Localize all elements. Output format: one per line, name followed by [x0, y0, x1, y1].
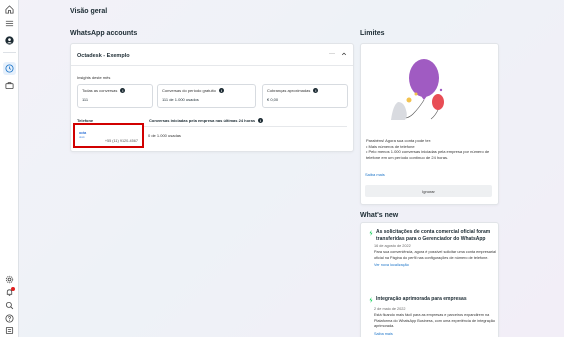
- column-header-conversations: Conversas iniciadas pela empresa nas últ…: [149, 118, 264, 123]
- stat-label: Cobranças aproximadas: [267, 88, 311, 93]
- settings-icon[interactable]: [3, 273, 16, 286]
- stat-value: 111 de 1.000 usados: [162, 97, 199, 102]
- card-divider: [71, 65, 353, 66]
- news-body: Para sua conveniência, agora é possível …: [374, 250, 496, 260]
- notification-badge: [11, 287, 15, 291]
- accounts-section-title: WhatsApp accounts: [70, 30, 138, 37]
- news-title: Integração aprimorada para empresas: [376, 296, 467, 302]
- news-item: As solicitações de conta comercial ofici…: [369, 229, 497, 267]
- news-item: Integração aprimorada para empresas 2 de…: [369, 296, 497, 336]
- news-card: As solicitações de conta comercial ofici…: [360, 222, 499, 337]
- phone-number: +55 (11) 9120-4567: [104, 139, 138, 143]
- account-name: Octadesk - Exemplo: [77, 53, 130, 59]
- briefcase-icon[interactable]: [3, 79, 16, 92]
- news-date: 16 de agosto de 2022: [374, 244, 411, 248]
- account-avatar-icon[interactable]: [3, 34, 16, 47]
- octadesk-logo: octa desk: [79, 131, 87, 139]
- more-horizontal-icon[interactable]: ···: [329, 51, 335, 59]
- learn-more-link[interactable]: Saiba mais: [365, 172, 385, 177]
- ignore-button[interactable]: Ignorar: [365, 185, 492, 197]
- conversation-usage: 0 de 1.000 usadas: [148, 133, 181, 138]
- insights-label: Insights deste mês: [77, 75, 111, 80]
- home-icon[interactable]: [3, 3, 16, 16]
- limits-card: Parabéns! Agora sua conta pode ter: • Ma…: [360, 43, 499, 205]
- news-link[interactable]: Saiba mais: [374, 332, 497, 336]
- stat-value: 111: [82, 97, 89, 102]
- news-date: 2 de maio de 2022: [374, 307, 406, 311]
- news-body: Está ficando mais fácil para as empresas…: [374, 313, 495, 328]
- limits-section-title: Limites: [360, 30, 385, 37]
- info-icon[interactable]: i: [120, 88, 126, 93]
- stat-label: Conversas do período gratuito: [162, 88, 216, 93]
- notifications-icon[interactable]: [3, 286, 16, 299]
- stat-value: € 0,00: [267, 97, 279, 102]
- info-icon[interactable]: i: [258, 118, 264, 123]
- news-section-title: What's new: [360, 212, 399, 219]
- chevron-up-icon[interactable]: [341, 51, 347, 59]
- clock-icon[interactable]: [3, 62, 16, 75]
- balloons-illustration: [361, 50, 498, 122]
- news-link[interactable]: Ver nova localização: [374, 263, 497, 267]
- lightning-icon: [369, 296, 373, 305]
- news-title: As solicitações de conta comercial ofici…: [376, 229, 491, 242]
- page-title: Visão geral: [70, 8, 108, 15]
- info-icon[interactable]: i: [313, 88, 319, 93]
- left-nav-rail: [0, 0, 19, 337]
- limits-description: Parabéns! Agora sua conta pode ter: • Ma…: [366, 138, 496, 160]
- lightning-icon: [369, 229, 373, 238]
- search-icon[interactable]: [3, 299, 16, 312]
- stat-all-conversations: Todas as conversas i 111: [77, 84, 153, 108]
- stat-approx-charges: Cobranças aproximadas i € 0,00: [262, 84, 348, 108]
- phone-number-cell[interactable]: octa desk +55 (11) 9120-4567: [73, 123, 144, 148]
- stat-label: Todas as conversas: [82, 88, 118, 93]
- info-icon[interactable]: i: [218, 88, 224, 93]
- report-icon[interactable]: [3, 324, 16, 337]
- limits-bullet: • Pelo menos 1.000 conversas iniciadas p…: [366, 149, 490, 160]
- menu-icon[interactable]: [3, 17, 16, 30]
- stat-free-conversations: Conversas do período gratuito i 111 de 1…: [157, 84, 256, 108]
